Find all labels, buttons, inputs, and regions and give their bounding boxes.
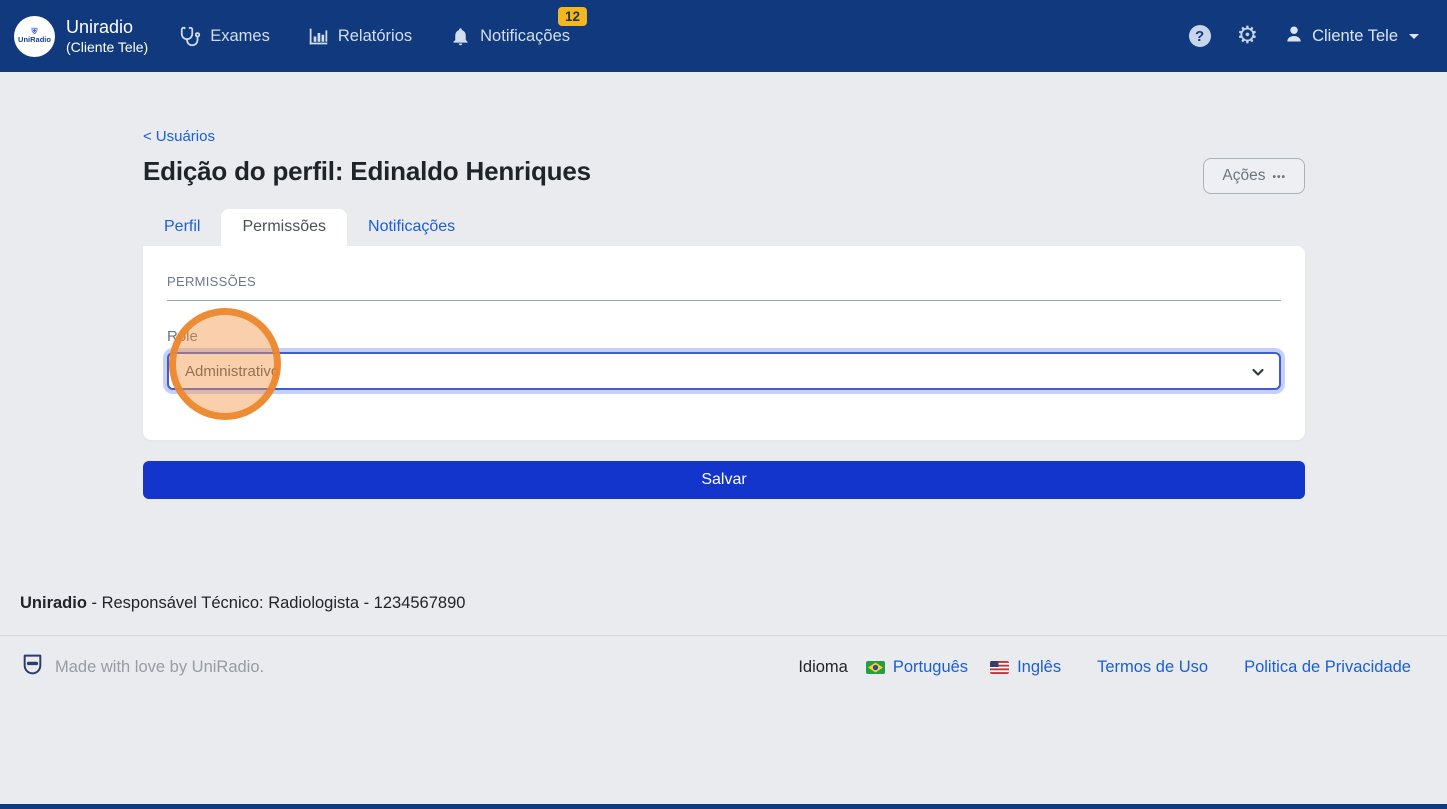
role-label: Role xyxy=(167,328,198,345)
tab-permissoes[interactable]: Permissões xyxy=(221,209,348,246)
nav-item-exames[interactable]: Exames xyxy=(180,26,270,47)
language-ingles[interactable]: Inglês xyxy=(990,658,1061,677)
brand[interactable]: ⛨ UniRadio Uniradio (Cliente Tele) xyxy=(14,15,148,57)
nav-label-relatorios: Relatórios xyxy=(337,26,413,45)
nav-label-notificacoes: Notificações xyxy=(480,26,571,45)
bottom-spacer xyxy=(0,682,1447,804)
language-portugues[interactable]: Português xyxy=(865,657,969,677)
nav-label-exames: Exames xyxy=(210,26,270,45)
page-title: Edição do perfil: Edinaldo Henriques xyxy=(143,156,591,186)
breadcrumb-label: Usuários xyxy=(155,128,215,145)
actions-button-label: Ações xyxy=(1222,167,1266,184)
section-title: PERMISSÕES xyxy=(167,274,256,289)
bottom-strip xyxy=(0,804,1447,809)
brazil-flag-icon xyxy=(865,660,885,674)
bar-chart-icon xyxy=(308,26,329,47)
main-content: < Usuários Edição do perfil: Edinaldo Hen… xyxy=(0,72,1447,499)
tab-notificacoes[interactable]: Notificações xyxy=(347,209,476,246)
footer: Uniradio - Responsável Técnico: Radiolog… xyxy=(0,499,1447,682)
uniradio-logo: ⛨ UniRadio xyxy=(14,15,55,57)
language-portugues-label: Português xyxy=(892,657,969,676)
nav-item-notificacoes[interactable]: Notificações 12 xyxy=(450,6,588,47)
breadcrumb[interactable]: < Usuários xyxy=(143,128,1305,145)
user-label: Cliente Tele xyxy=(1312,26,1398,45)
permissions-card: PERMISSÕES Role Administrativo xyxy=(143,246,1305,440)
made-with: Made with love by UniRadio. xyxy=(20,652,264,682)
language-label: Idioma xyxy=(798,657,848,676)
top-navbar: ⛨ UniRadio Uniradio (Cliente Tele) Exame… xyxy=(0,0,1447,72)
section-divider xyxy=(167,300,1281,301)
stethoscope-icon xyxy=(180,26,201,47)
ellipsis-icon: ••• xyxy=(1272,171,1286,183)
brand-text: Uniradio (Cliente Tele) xyxy=(66,16,148,56)
terms-link[interactable]: Termos de Uso xyxy=(1097,658,1208,677)
logo-text: UniRadio xyxy=(18,34,51,44)
help-icon[interactable]: ? xyxy=(1188,25,1211,47)
chevron-down-icon xyxy=(1409,33,1419,39)
role-select-value: Administrativo xyxy=(185,362,280,380)
org-info-line: Uniradio - Responsável Técnico: Radiolog… xyxy=(20,594,1447,613)
gear-icon[interactable]: ⚙ xyxy=(1237,24,1259,48)
back-chevron-icon: < xyxy=(143,128,152,145)
main-nav: Exames Relatórios Notificações 12 xyxy=(180,6,588,47)
user-menu[interactable]: Cliente Tele xyxy=(1284,24,1419,49)
footer-links: Idioma Português Inglês Termos de Uso Po… xyxy=(798,658,1411,677)
actions-button[interactable]: Ações ••• xyxy=(1203,158,1305,194)
us-flag-icon xyxy=(990,660,1010,674)
user-icon xyxy=(1284,24,1304,49)
brand-subtitle: (Cliente Tele) xyxy=(66,38,149,55)
nav-item-relatorios[interactable]: Relatórios xyxy=(308,26,412,47)
bell-icon xyxy=(450,26,471,47)
notification-count-badge[interactable]: 12 xyxy=(557,6,588,26)
role-select[interactable]: Administrativo xyxy=(167,352,1281,390)
brand-name: Uniradio xyxy=(66,17,134,37)
made-with-text: Made with love by UniRadio. xyxy=(55,657,265,676)
uniradio-shield-icon xyxy=(20,652,45,682)
save-button[interactable]: Salvar xyxy=(143,461,1305,499)
select-chevron-down-icon xyxy=(1250,364,1266,384)
profile-tabs: Perfil Permissões Notificações xyxy=(143,209,1305,246)
language-ingles-label: Inglês xyxy=(1017,657,1062,676)
navbar-right: ? ⚙ Cliente Tele xyxy=(1188,24,1419,49)
org-details: - Responsável Técnico: Radiologista - 12… xyxy=(86,594,466,612)
org-name: Uniradio xyxy=(20,594,87,612)
tab-perfil[interactable]: Perfil xyxy=(143,209,221,246)
privacy-link[interactable]: Politica de Privacidade xyxy=(1244,658,1411,677)
